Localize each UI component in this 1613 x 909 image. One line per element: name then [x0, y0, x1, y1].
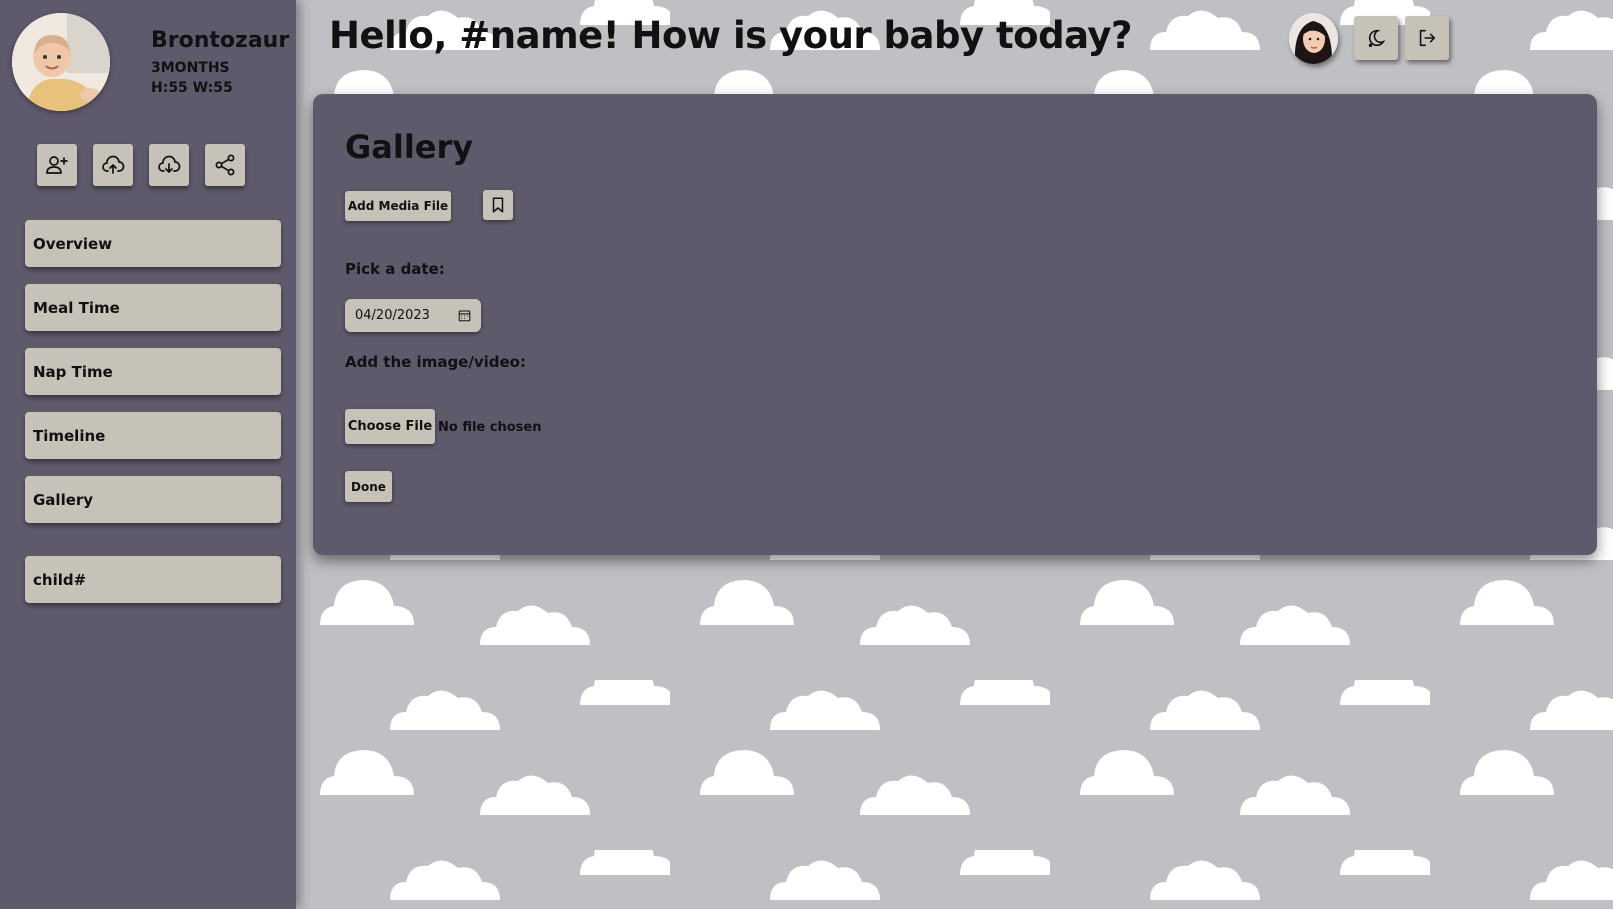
user-avatar[interactable]	[1289, 13, 1338, 64]
cloud-download-icon	[158, 155, 181, 173]
add-media-button[interactable]: Add Media File	[345, 191, 451, 221]
done-button[interactable]: Done	[345, 471, 392, 502]
nav-overview[interactable]: Overview	[25, 220, 281, 267]
upload-button[interactable]	[93, 144, 133, 186]
logout-icon	[1419, 29, 1436, 47]
date-label: Pick a date:	[345, 260, 445, 278]
cloud-upload-icon	[102, 155, 125, 174]
add-user-button[interactable]	[37, 144, 77, 186]
greeting-title: Hello, #name! How is your baby today?	[329, 14, 1132, 57]
date-input[interactable]: 04/20/2023	[345, 299, 481, 332]
share-icon	[215, 154, 235, 176]
page-title: Gallery	[345, 128, 474, 166]
choose-file-button[interactable]: Choose File	[345, 409, 435, 444]
download-button[interactable]	[149, 144, 189, 186]
nav-timeline[interactable]: Timeline	[25, 412, 281, 459]
no-file-text: No file chosen	[438, 420, 542, 435]
add-user-icon	[46, 156, 68, 174]
file-label: Add the image/video:	[345, 353, 526, 371]
dark-mode-button[interactable]	[1354, 16, 1398, 60]
baby-height-weight: H:55 W:55	[151, 80, 233, 96]
gallery-panel: Gallery Add Media File Pick a date: 04/2…	[313, 94, 1597, 555]
nav-nap-time[interactable]: Nap Time	[25, 348, 281, 395]
moon-icon	[1368, 29, 1386, 48]
bookmark-icon	[492, 197, 504, 213]
baby-avatar[interactable]	[12, 13, 110, 111]
sidebar: Brontozaur 3MONTHS H:55 W:55 Overview Me…	[0, 0, 296, 909]
nav-meal-time[interactable]: Meal Time	[25, 284, 281, 331]
date-value: 04/20/2023	[355, 308, 430, 323]
nav-gallery[interactable]: Gallery	[25, 476, 281, 523]
logout-button[interactable]	[1405, 16, 1449, 60]
baby-age: 3MONTHS	[151, 60, 230, 76]
baby-name: Brontozaur	[151, 28, 290, 53]
share-button[interactable]	[205, 144, 245, 186]
calendar-icon[interactable]	[458, 309, 471, 322]
child-button[interactable]: child#	[25, 556, 281, 603]
baby-photo-icon	[12, 13, 110, 111]
bookmark-button[interactable]	[483, 190, 513, 220]
user-photo-icon	[1289, 13, 1338, 64]
